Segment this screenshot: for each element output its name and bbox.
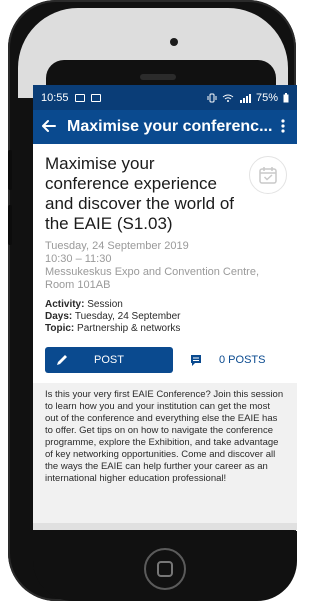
post-button[interactable]: POST <box>45 347 173 373</box>
phone-frame: 10:55 75% Maximise your conferenc... Max… <box>0 0 298 601</box>
event-description: Is this your very first EAIE Conference?… <box>33 383 297 523</box>
event-title: Maximise your conference experience and … <box>45 154 234 233</box>
battery-icon <box>283 92 289 102</box>
wifi-icon <box>222 94 234 102</box>
more-vert-icon <box>281 118 285 133</box>
activity-row: Activity: Session <box>45 299 285 311</box>
image-notification-icon <box>74 93 85 102</box>
more-options-button[interactable] <box>277 118 289 137</box>
event-time: 10:30 – 11:30 <box>45 253 112 265</box>
topic-label: Topic: <box>45 323 75 334</box>
signal-icon <box>239 93 251 103</box>
event-info: Activity: Session Days: Tuesday, 24 Sept… <box>45 299 285 335</box>
event-details-card: Maximise your conference experience and … <box>33 144 297 383</box>
volume-down-button <box>8 205 12 245</box>
status-right: 75% <box>207 92 289 104</box>
home-button <box>144 548 186 590</box>
post-actions: POST 0 POSTS <box>45 347 285 373</box>
days-label: Days: <box>45 311 73 322</box>
topic-value: Partnership & networks <box>77 323 181 334</box>
status-left: 10:55 <box>41 92 101 104</box>
arrow-left-icon <box>42 119 56 132</box>
volume-up-button <box>8 150 12 190</box>
post-button-label: POST <box>94 354 124 366</box>
topic-row: Topic: Partnership & networks <box>45 323 285 335</box>
posts-count: 0 POSTS <box>219 354 266 366</box>
battery-percent: 75% <box>255 91 278 104</box>
pencil-icon <box>55 353 69 370</box>
page-title: Maximise your conferenc... <box>67 118 273 135</box>
back-button[interactable] <box>41 118 67 137</box>
add-to-calendar-button[interactable] <box>249 156 287 194</box>
vibrate-icon <box>207 93 217 102</box>
activity-value: Session <box>87 299 123 310</box>
calendar-check-icon <box>259 167 277 184</box>
activity-label: Activity: <box>45 299 85 310</box>
earpiece-speaker <box>140 74 176 80</box>
days-value: Tuesday, 24 September <box>74 311 181 322</box>
comment-icon <box>191 355 201 366</box>
front-camera <box>170 38 178 46</box>
home-square-icon <box>157 561 173 577</box>
event-date: Tuesday, 24 September 2019 <box>45 240 189 252</box>
event-meta: Tuesday, 24 September 2019 10:30 – 11:30… <box>45 240 285 292</box>
app-screen: 10:55 75% Maximise your conferenc... Max… <box>33 85 297 530</box>
pencil-icon-svg <box>57 355 67 365</box>
app-bar: Maximise your conferenc... <box>33 110 297 144</box>
posts-link[interactable]: 0 POSTS <box>189 353 265 367</box>
days-row: Days: Tuesday, 24 September <box>45 311 285 323</box>
checkbox-notification-icon <box>90 93 101 102</box>
status-time: 10:55 <box>41 91 69 104</box>
event-location: Messukeskus Expo and Convention Centre, … <box>45 266 260 291</box>
status-bar: 10:55 75% <box>33 85 297 110</box>
